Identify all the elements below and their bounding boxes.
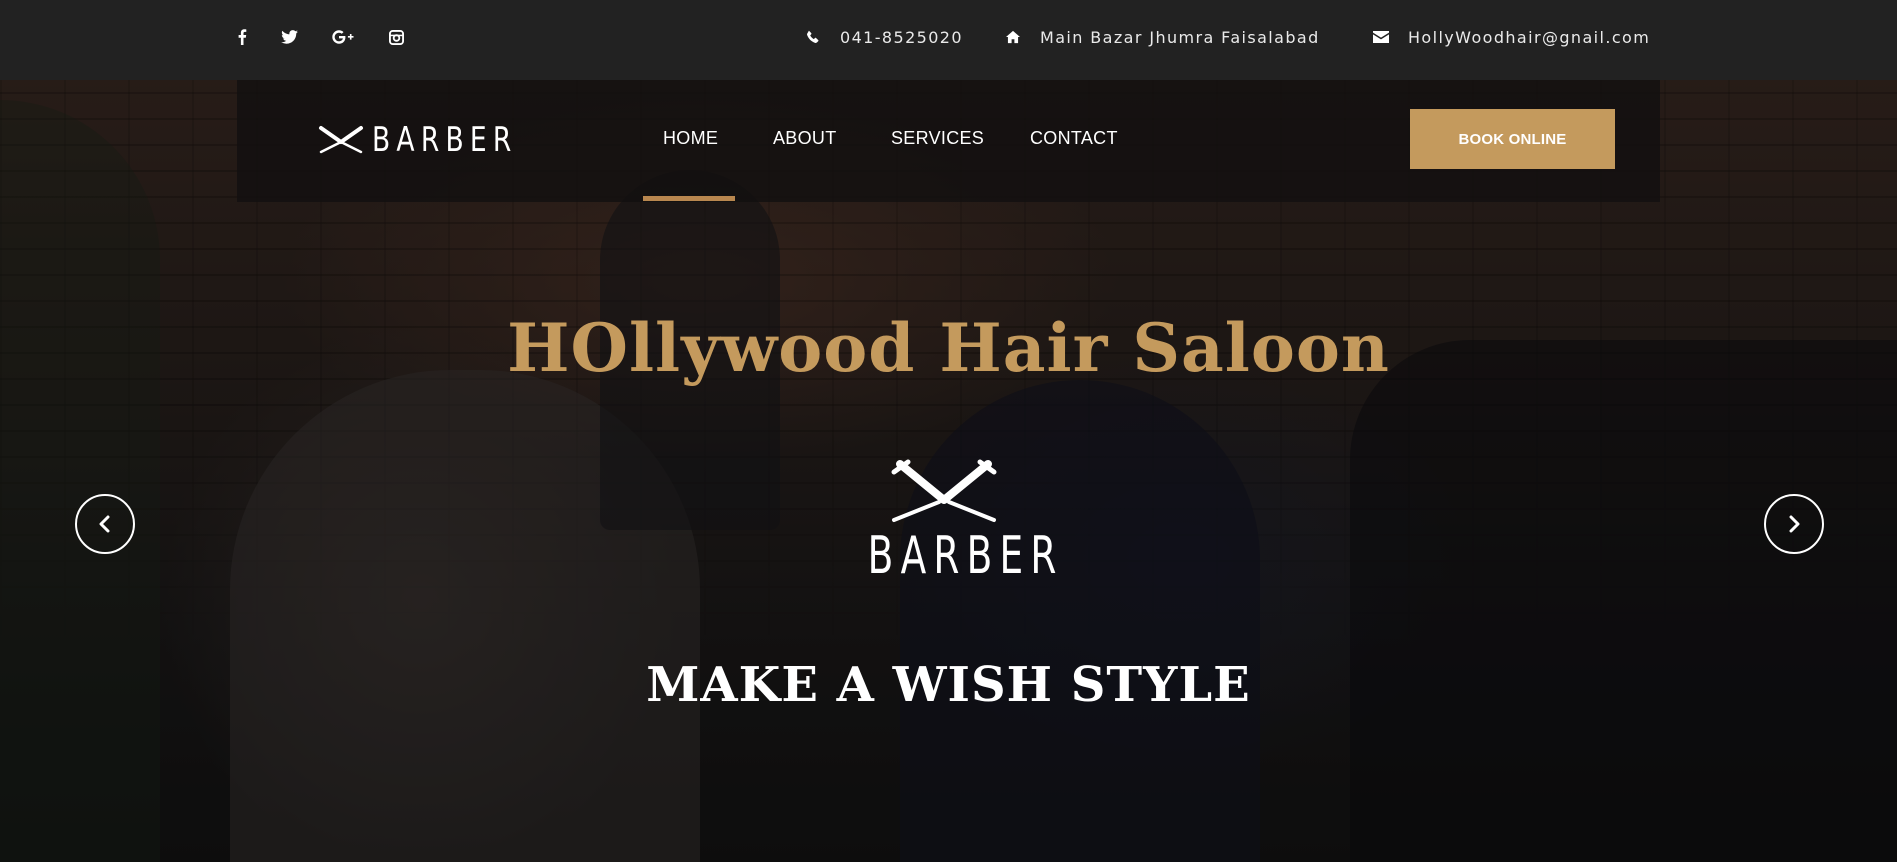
logo-text: BARBER	[372, 120, 518, 160]
email-text[interactable]: HollyWoodhair@gnail.com	[1408, 28, 1650, 47]
slider-next-button[interactable]	[1764, 494, 1824, 554]
site-logo[interactable]: BARBER	[318, 120, 559, 160]
slider-prev-button[interactable]	[75, 494, 135, 554]
chevron-left-icon	[99, 515, 110, 533]
nav-about[interactable]: ABOUT	[773, 128, 837, 149]
hero-razor-icon	[891, 459, 997, 522]
phone-text[interactable]: 041-8525020	[840, 28, 963, 47]
nav-home[interactable]: HOME	[663, 128, 718, 149]
book-online-button[interactable]: BOOK ONLINE	[1410, 109, 1615, 169]
address-text: Main Bazar Jhumra Faisalabad	[1040, 27, 1320, 47]
hero-logo: BARBER	[838, 458, 1064, 588]
facebook-icon[interactable]	[232, 27, 252, 47]
hero-logo-text: BARBER	[867, 526, 1064, 586]
phone-icon	[804, 28, 822, 46]
hero-subtitle: MAKE A WISH STYLE	[646, 657, 1251, 713]
top-bar: 041-8525020 Main Bazar Jhumra Faisalabad…	[0, 0, 1897, 80]
nav-services[interactable]: SERVICES	[891, 128, 984, 149]
instagram-icon[interactable]	[386, 27, 406, 47]
nav-contact[interactable]: CONTACT	[1030, 128, 1118, 149]
phone-info: 041-8525020	[804, 26, 963, 48]
chevron-right-icon	[1789, 515, 1800, 533]
home-icon	[1004, 28, 1022, 46]
nav-active-indicator	[643, 196, 735, 201]
twitter-icon[interactable]	[279, 27, 299, 47]
google-plus-icon[interactable]	[331, 27, 355, 47]
hero-title: HOllywood Hair Saloon	[507, 309, 1390, 387]
address-info: Main Bazar Jhumra Faisalabad	[1004, 26, 1320, 48]
email-info: HollyWoodhair@gnail.com	[1372, 26, 1650, 48]
scissors-razor-icon	[319, 126, 363, 154]
envelope-icon	[1372, 28, 1390, 46]
